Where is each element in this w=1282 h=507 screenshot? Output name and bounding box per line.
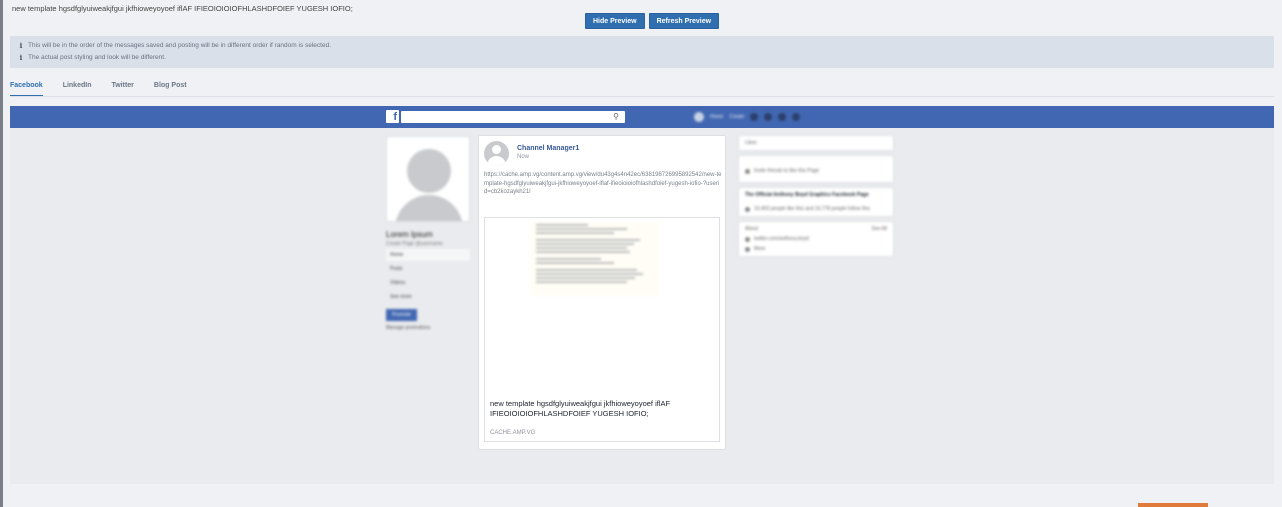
facebook-post-card: Channel Manager1 Now https://cache.amp.v… [478,135,726,450]
search-icon: ⚲ [613,112,619,121]
about-box: About See All twitter.com/anthony.boyd M… [738,221,894,257]
tabs-divider [10,96,1274,97]
avatar [694,112,704,122]
profile-head-shape [407,149,451,193]
facebook-nav: Home Create [694,112,801,122]
refresh-preview-button[interactable]: Refresh Preview [648,13,720,29]
post-url: https://cache.amp.vg/content.amp.vg/view… [484,172,722,195]
promote-button: Promote [386,309,417,321]
friends-icon [750,113,759,121]
bottom-action-button[interactable] [1138,503,1208,507]
link-title: new template hgsdfglyuiweakjfgui jkfhiow… [490,399,671,418]
page-nav-item: See more [390,294,412,300]
help-icon [792,113,801,121]
tab-facebook[interactable]: Facebook [10,80,43,97]
post-timestamp: Now [517,154,530,160]
page-nav-item: Posts [390,266,403,272]
link-preview-card: new template hgsdfglyuiweakjfgui jkfhiow… [484,217,720,442]
post-author: Channel Manager1 [517,145,580,152]
notifications-icon [778,113,787,121]
tab-twitter[interactable]: Twitter [111,80,133,97]
tab-linkedin[interactable]: LinkedIn [63,80,92,97]
hide-preview-button[interactable]: Hide Preview [585,13,645,29]
profile-picture [386,136,470,222]
notice-text: This will be in the order of the message… [28,42,332,49]
template-message-text: new template hgsdfglyuiweakjfgui jkfhiow… [12,4,353,13]
info-icon: i [19,53,23,62]
facebook-logo-icon: f [386,110,399,123]
info-icon: i [19,41,23,50]
link-domain: CACHE.AMP.VG [490,430,536,436]
link-thumbnail [530,222,660,296]
tab-blog-post[interactable]: Blog Post [154,80,187,97]
messenger-icon [764,113,773,121]
nav-create: Create [729,114,745,120]
notice-line: i This will be in the order of the messa… [18,40,1266,52]
facebook-header-bar: f ⚲ Home Create [10,106,1274,128]
page-name: Lorem Ipsum [386,230,433,239]
invite-box: Invite friends to like this Page [738,155,894,183]
nav-home: Home [710,114,724,120]
page-username: Create Page @username [386,241,443,247]
post-avatar [484,141,509,166]
page-right-column: Likes Invite friends to like this Page T… [738,135,894,261]
facebook-preview: f ⚲ Home Create Lorem Ipsum Create Page … [10,106,1274,484]
likes-box: Likes [738,135,894,151]
info-notice: i This will be in the order of the messa… [10,36,1274,68]
page-info-box: The Official Anthony Boyd Graphics Faceb… [738,187,894,217]
page-nav-item: Home [386,249,470,261]
notice-text: The actual post styling and look will be… [28,54,166,61]
page-nav-item: Videos [390,280,406,286]
profile-body-shape [395,195,463,221]
preview-button-row: Hide Preview Refresh Preview [585,13,720,29]
manage-promotions: Manage promotions [386,325,431,331]
page-sidebar: Lorem Ipsum Create Page @username Home P… [386,136,470,331]
facebook-search-input: ⚲ [401,111,625,123]
platform-tabs: Facebook LinkedIn Twitter Blog Post [10,80,207,97]
left-border [0,0,3,507]
notice-line: i The actual post styling and look will … [18,52,1266,64]
